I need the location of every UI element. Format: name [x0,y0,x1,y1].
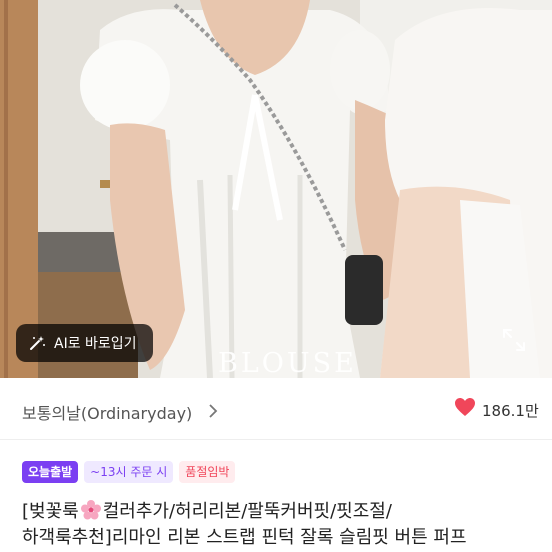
chevron-right-icon [209,404,218,418]
title-line-2: 하객룩추천]리마인 리본 스트랩 핀턱 잘록 슬림핏 버튼 퍼프 [22,527,467,548]
title-part-1: [벚꽃룩 [22,501,79,522]
almost-soldout-badge: 품절임박 [179,461,236,483]
seller-name[interactable]: 보통의날(Ordinaryday) [22,400,192,424]
product-photo [0,0,552,378]
expand-icon[interactable] [500,326,528,354]
heart-icon[interactable] [454,397,476,417]
ai-try-on-label: AI로 바로입기 [54,336,137,352]
cherry-blossom-icon [80,500,101,520]
badge-row: 오늘출발 ~13시 주문 시 품절임박 [22,461,236,483]
product-image[interactable]: BLOUSE AI로 바로입기 [0,0,552,378]
product-title[interactable]: [벚꽃룩 컬러추가/허리리본/팔뚝커버핏/핏조절/ 하객룩추천]리마인 리본 스… [22,499,542,551]
today-shipping-badge: 오늘출발 [22,461,79,483]
order-deadline-badge: ~13시 주문 시 [84,461,174,483]
like-count: 186.1만 [482,402,539,420]
magic-wand-icon [30,336,45,350]
brand-watermark: BLOUSE [218,348,357,378]
title-part-2: 컬러추가/허리리본/팔뚝커버핏/핏조절/ [102,501,392,522]
ai-try-on-button[interactable]: AI로 바로입기 [16,324,153,362]
